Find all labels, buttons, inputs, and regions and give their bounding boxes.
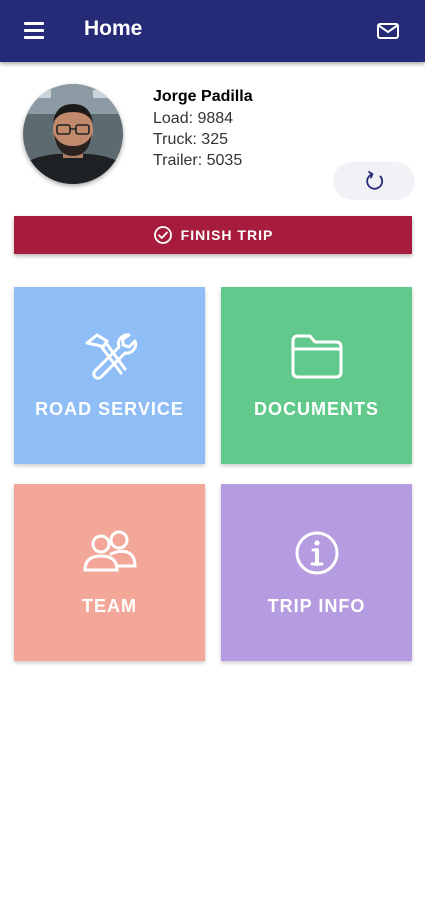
driver-name: Jorge Padilla [153,88,253,105]
check-circle-icon [153,226,172,244]
finish-trip-button[interactable]: FINISH TRIP [14,216,412,254]
driver-profile: Jorge Padilla Load: 9884 Truck: 325 Trai… [0,62,425,212]
road-service-label: ROAD SERVICE [35,399,184,419]
avatar [23,84,123,184]
team-tile[interactable]: TEAM [14,484,205,661]
info-icon [295,531,338,575]
app-bar: Home [0,0,425,62]
hamburger-menu-icon[interactable] [22,20,48,42]
driver-info: Jorge Padilla Load: 9884 Truck: 325 Trai… [153,88,253,173]
documents-tile[interactable]: DOCUMENTS [221,287,412,464]
load-number: Load: 9884 [153,110,234,127]
finish-trip-label: FINISH TRIP [180,227,274,243]
mail-icon[interactable] [374,18,402,44]
truck-number: Truck: 325 [153,131,228,148]
trip-info-tile[interactable]: TRIP INFO [221,484,412,661]
folder-icon [291,334,342,379]
tools-icon [85,333,137,380]
page-title: Home [84,17,143,40]
refresh-button[interactable] [333,162,415,200]
trailer-number: Trailer: 5035 [153,152,243,169]
trip-info-label: TRIP INFO [267,596,366,616]
team-label: TEAM [82,596,137,616]
documents-label: DOCUMENTS [254,399,379,419]
refresh-icon [366,171,384,190]
road-service-tile[interactable]: ROAD SERVICE [14,287,205,464]
team-icon [82,530,137,572]
